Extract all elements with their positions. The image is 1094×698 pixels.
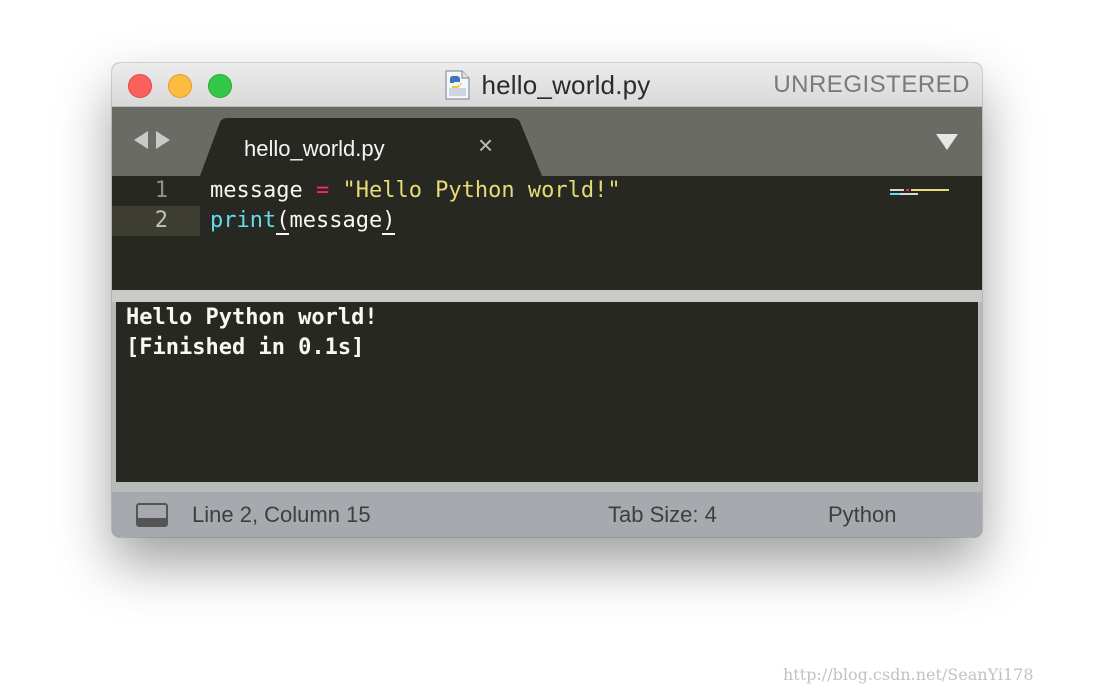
unregistered-label: UNREGISTERED: [773, 71, 970, 98]
tab-navigation: [134, 131, 170, 149]
token-argument: message: [289, 208, 383, 233]
cursor-position[interactable]: Line 2, Column 15: [192, 492, 371, 537]
token-string: "Hello Python world!": [342, 178, 621, 203]
triangle-left-icon[interactable]: [134, 131, 148, 149]
code-line-current[interactable]: 2 print(message): [112, 206, 982, 236]
output-line: [Finished in 0.1s]: [126, 335, 365, 360]
panel-divider[interactable]: [112, 290, 982, 302]
minimap[interactable]: [890, 179, 952, 195]
line-number: 2: [112, 206, 200, 236]
line-number: 1: [154, 178, 168, 203]
python-file-icon: [443, 70, 471, 100]
token-open-paren: (: [276, 208, 290, 235]
syntax-selector[interactable]: Python: [828, 492, 897, 537]
window-title: hello_world.py: [481, 69, 651, 100]
tab-hello-world-py[interactable]: hello_world.py ×: [200, 118, 542, 176]
build-output[interactable]: Hello Python world! [Finished in 0.1s]: [116, 302, 978, 482]
screenshot-stage: hello_world.py UNREGISTERED hello_world.…: [0, 0, 1094, 698]
tab-label: hello_world.py: [244, 136, 385, 161]
title-bar[interactable]: hello_world.py UNREGISTERED: [112, 63, 982, 107]
editor-window: hello_world.py UNREGISTERED hello_world.…: [112, 63, 982, 537]
close-tab-icon[interactable]: ×: [478, 132, 493, 158]
token-close-paren: ): [382, 208, 396, 235]
status-bar: Line 2, Column 15 Tab Size: 4 Python: [112, 492, 982, 537]
watermark: http://blog.csdn.net/SeanYi178: [783, 665, 1034, 684]
panel-toggle-icon[interactable]: [136, 503, 168, 527]
build-output-panel: Hello Python world! [Finished in 0.1s]: [112, 302, 982, 492]
code-editor[interactable]: 1 message = "Hello Python world!" 2 prin…: [112, 176, 982, 290]
code-text[interactable]: print(message): [210, 206, 396, 236]
triangle-down-icon[interactable]: [936, 134, 958, 150]
token-operator: =: [315, 178, 330, 203]
tab-size-selector[interactable]: Tab Size: 4: [608, 492, 717, 537]
tab-bar: hello_world.py ×: [112, 107, 982, 176]
code-line[interactable]: 1 message = "Hello Python world!": [112, 176, 982, 206]
token-function: print: [210, 208, 277, 233]
token-variable: message: [210, 178, 303, 203]
output-line: Hello Python world!: [126, 305, 378, 330]
triangle-right-icon[interactable]: [156, 131, 170, 149]
code-text[interactable]: message = "Hello Python world!": [210, 176, 621, 206]
